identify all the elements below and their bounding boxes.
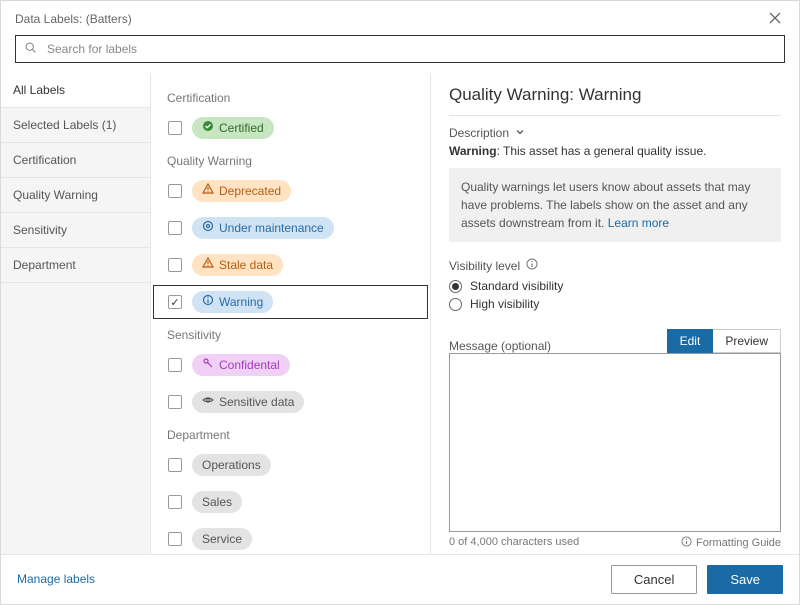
message-textarea[interactable] bbox=[450, 354, 780, 531]
label-row-stale[interactable]: Stale data bbox=[153, 248, 428, 282]
message-label: Message (optional) bbox=[449, 339, 551, 353]
pill-label: Service bbox=[202, 531, 242, 547]
label-row-maintenance[interactable]: Under maintenance bbox=[153, 211, 428, 245]
warning-icon bbox=[202, 257, 214, 273]
pill-confidential: Confidental bbox=[192, 354, 290, 376]
label-row-warning[interactable]: Warning bbox=[153, 285, 428, 319]
info-icon bbox=[202, 294, 214, 310]
dialog-title: Data Labels: (Batters) bbox=[15, 12, 132, 26]
char-count: 0 of 4,000 characters used bbox=[449, 536, 579, 550]
pill-label: Sales bbox=[202, 494, 232, 510]
group-header-certification: Certification bbox=[151, 85, 430, 111]
checkbox[interactable] bbox=[168, 258, 182, 272]
pill-certified: Certified bbox=[192, 117, 274, 139]
formatting-guide-link[interactable]: Formatting Guide bbox=[681, 536, 781, 550]
footer-buttons: Cancel Save bbox=[611, 565, 783, 594]
radio-button[interactable] bbox=[449, 298, 462, 311]
checkbox[interactable] bbox=[168, 458, 182, 472]
close-icon[interactable] bbox=[765, 8, 785, 31]
group-header-quality: Quality Warning bbox=[151, 148, 430, 174]
pill-label: Sensitive data bbox=[219, 394, 294, 410]
description-toggle[interactable]: Description bbox=[449, 126, 781, 140]
checkbox[interactable] bbox=[168, 121, 182, 135]
pill-label: Certified bbox=[219, 120, 264, 136]
pill-sales: Sales bbox=[192, 491, 242, 513]
eye-icon bbox=[202, 394, 214, 410]
checkbox[interactable] bbox=[168, 221, 182, 235]
sidebar-item-quality[interactable]: Quality Warning bbox=[1, 178, 150, 213]
certified-icon bbox=[202, 120, 214, 136]
titlebar: Data Labels: (Batters) bbox=[1, 1, 799, 35]
cancel-button[interactable]: Cancel bbox=[611, 565, 697, 594]
message-header: Message (optional) Edit Preview bbox=[449, 329, 781, 353]
pill-label: Deprecated bbox=[219, 183, 281, 199]
checkbox[interactable] bbox=[168, 532, 182, 546]
info-icon[interactable] bbox=[526, 258, 538, 273]
chevron-down-icon bbox=[515, 126, 525, 140]
group-header-sensitivity: Sensitivity bbox=[151, 322, 430, 348]
sidebar-item-certification[interactable]: Certification bbox=[1, 143, 150, 178]
visibility-label: Visibility level bbox=[449, 258, 781, 273]
description-text: Warning: This asset has a general qualit… bbox=[449, 144, 781, 158]
label-row-sales[interactable]: Sales bbox=[153, 485, 428, 519]
search-icon bbox=[24, 41, 37, 57]
radio-standard[interactable]: Standard visibility bbox=[449, 279, 781, 293]
label-row-service[interactable]: Service bbox=[153, 522, 428, 554]
manage-labels-link[interactable]: Manage labels bbox=[17, 572, 95, 586]
checkbox[interactable] bbox=[168, 295, 182, 309]
label-row-sensitive[interactable]: Sensitive data bbox=[153, 385, 428, 419]
pill-operations: Operations bbox=[192, 454, 271, 476]
info-box: Quality warnings let users know about as… bbox=[449, 168, 781, 242]
group-header-department: Department bbox=[151, 422, 430, 448]
checkbox[interactable] bbox=[168, 184, 182, 198]
pill-warning: Warning bbox=[192, 291, 273, 313]
learn-more-link[interactable]: Learn more bbox=[608, 216, 669, 230]
label-row-operations[interactable]: Operations bbox=[153, 448, 428, 482]
label-row-certified[interactable]: Certified bbox=[153, 111, 428, 145]
message-footer: 0 of 4,000 characters used Formatting Gu… bbox=[449, 536, 781, 550]
search-input[interactable] bbox=[45, 41, 776, 57]
pill-sensitive: Sensitive data bbox=[192, 391, 304, 413]
pill-maintenance: Under maintenance bbox=[192, 217, 334, 239]
sidebar-item-selected[interactable]: Selected Labels (1) bbox=[1, 108, 150, 143]
checkbox[interactable] bbox=[168, 495, 182, 509]
pill-label: Under maintenance bbox=[219, 220, 324, 236]
pill-label: Operations bbox=[202, 457, 261, 473]
key-icon bbox=[202, 357, 214, 373]
pill-stale: Stale data bbox=[192, 254, 283, 276]
search-box[interactable] bbox=[15, 35, 785, 63]
maintenance-icon bbox=[202, 220, 214, 236]
detail-panel: Quality Warning: Warning Description War… bbox=[431, 73, 799, 554]
save-button[interactable]: Save bbox=[707, 565, 783, 594]
content-area: All Labels Selected Labels (1) Certifica… bbox=[1, 73, 799, 555]
search-container bbox=[1, 35, 799, 73]
warning-icon bbox=[202, 183, 214, 199]
labels-list: Certification Certified Quality Warning … bbox=[151, 73, 431, 554]
label-row-confidential[interactable]: Confidental bbox=[153, 348, 428, 382]
pill-service: Service bbox=[192, 528, 252, 550]
sidebar-item-department[interactable]: Department bbox=[1, 248, 150, 283]
radio-button[interactable] bbox=[449, 280, 462, 293]
pill-deprecated: Deprecated bbox=[192, 180, 291, 202]
pill-label: Stale data bbox=[219, 257, 273, 273]
footer-bar: Manage labels Cancel Save bbox=[1, 555, 799, 603]
checkbox[interactable] bbox=[168, 358, 182, 372]
pill-label: Confidental bbox=[219, 357, 280, 373]
detail-title: Quality Warning: Warning bbox=[449, 85, 781, 116]
radio-high[interactable]: High visibility bbox=[449, 297, 781, 311]
tab-preview[interactable]: Preview bbox=[713, 329, 781, 353]
message-tabs: Edit Preview bbox=[667, 329, 781, 353]
message-box bbox=[449, 353, 781, 532]
checkbox[interactable] bbox=[168, 395, 182, 409]
sidebar-item-sensitivity[interactable]: Sensitivity bbox=[1, 213, 150, 248]
sidebar: All Labels Selected Labels (1) Certifica… bbox=[1, 73, 151, 554]
pill-label: Warning bbox=[219, 294, 263, 310]
sidebar-item-all[interactable]: All Labels bbox=[1, 73, 150, 108]
info-icon bbox=[681, 536, 692, 550]
label-row-deprecated[interactable]: Deprecated bbox=[153, 174, 428, 208]
tab-edit[interactable]: Edit bbox=[667, 329, 714, 353]
